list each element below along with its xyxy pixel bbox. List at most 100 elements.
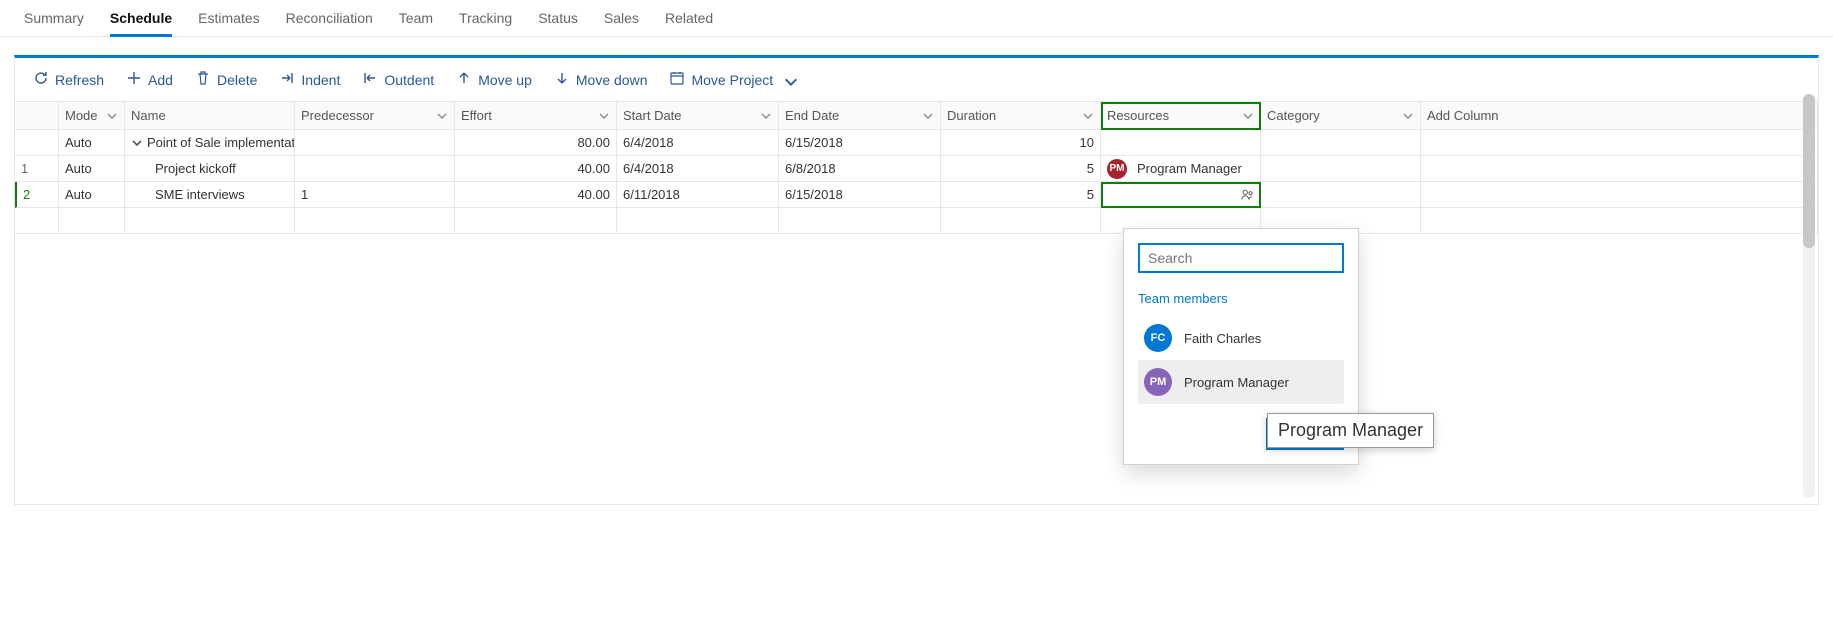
tab-summary[interactable]: Summary	[24, 10, 84, 36]
col-duration[interactable]: Duration	[941, 102, 1101, 130]
moveproject-label: Move Project	[691, 72, 773, 88]
cell-effort[interactable]: 40.00	[455, 156, 617, 182]
col-mode[interactable]: Mode	[59, 102, 125, 130]
cell-start[interactable]: 6/11/2018	[617, 182, 779, 208]
moveup-button[interactable]: Move up	[456, 70, 532, 89]
col-rownum[interactable]	[15, 102, 59, 130]
chevron-down-icon	[1242, 110, 1254, 122]
indent-button[interactable]: Indent	[279, 70, 340, 89]
add-button[interactable]: Add	[126, 70, 173, 89]
cell-mode[interactable]: Auto	[59, 182, 125, 208]
cell-duration[interactable]: 5	[941, 156, 1101, 182]
col-name[interactable]: Name	[125, 102, 295, 130]
delete-label: Delete	[217, 72, 257, 88]
tab-sales[interactable]: Sales	[604, 10, 639, 36]
col-mode-label: Mode	[65, 108, 98, 123]
movedown-button[interactable]: Move down	[554, 70, 648, 89]
cell-name[interactable]: Project kickoff	[125, 156, 295, 182]
cell-name[interactable]: Point of Sale implementation	[125, 130, 295, 156]
indent-icon	[279, 70, 295, 89]
chevron-down-icon	[106, 110, 118, 122]
indent-label: Indent	[301, 72, 340, 88]
col-start[interactable]: Start Date	[617, 102, 779, 130]
col-predecessor[interactable]: Predecessor	[295, 102, 455, 130]
scrollbar-thumb[interactable]	[1803, 94, 1815, 248]
col-add-label: Add Column	[1427, 108, 1499, 123]
trash-icon	[195, 70, 211, 89]
cell-category[interactable]	[1261, 182, 1421, 208]
entity-tabs: Summary Schedule Estimates Reconciliatio…	[0, 0, 1833, 37]
member-name: Faith Charles	[1184, 331, 1261, 346]
people-picker-icon[interactable]	[1240, 188, 1254, 202]
cell-end[interactable]: 6/15/2018	[779, 130, 941, 156]
tab-status[interactable]: Status	[538, 10, 578, 36]
cell-category[interactable]	[1261, 156, 1421, 182]
col-category-label: Category	[1267, 108, 1320, 123]
cell-mode[interactable]: Auto	[59, 156, 125, 182]
member-option[interactable]: FC Faith Charles	[1138, 316, 1344, 360]
tab-estimates[interactable]: Estimates	[198, 10, 259, 36]
col-start-label: Start Date	[623, 108, 682, 123]
cell-effort[interactable]: 40.00	[455, 182, 617, 208]
refresh-button[interactable]: Refresh	[33, 70, 104, 89]
col-add[interactable]: Add Column	[1421, 102, 1818, 130]
cell-end[interactable]: 6/15/2018	[779, 182, 941, 208]
member-option[interactable]: PM Program Manager	[1138, 360, 1344, 404]
col-resources[interactable]: Resources	[1101, 102, 1261, 130]
row-number	[15, 130, 59, 156]
col-effort[interactable]: Effort	[455, 102, 617, 130]
cell-add[interactable]	[1421, 182, 1818, 208]
table-row-empty[interactable]	[15, 208, 1818, 234]
table-row[interactable]: 1 Auto Project kickoff 40.00 6/4/2018 6/…	[15, 156, 1818, 182]
tab-reconciliation[interactable]: Reconciliation	[286, 10, 373, 36]
calendar-icon	[669, 70, 685, 89]
refresh-icon	[33, 70, 49, 89]
cell-start[interactable]: 6/4/2018	[617, 130, 779, 156]
col-category[interactable]: Category	[1261, 102, 1421, 130]
search-input[interactable]	[1138, 243, 1344, 273]
cell-resources[interactable]: PM Program Manager	[1101, 156, 1261, 182]
chevron-down-icon	[598, 110, 610, 122]
movedown-label: Move down	[576, 72, 648, 88]
col-effort-label: Effort	[461, 108, 492, 123]
refresh-label: Refresh	[55, 72, 104, 88]
cell-start[interactable]: 6/4/2018	[617, 156, 779, 182]
cell-resources[interactable]	[1101, 182, 1261, 208]
cell-add[interactable]	[1421, 156, 1818, 182]
col-end[interactable]: End Date	[779, 102, 941, 130]
vertical-scrollbar[interactable]	[1803, 94, 1815, 498]
tab-team[interactable]: Team	[399, 10, 433, 36]
moveproject-button[interactable]: Move Project	[669, 70, 795, 89]
tab-schedule[interactable]: Schedule	[110, 10, 172, 36]
delete-button[interactable]: Delete	[195, 70, 257, 89]
outdent-icon	[362, 70, 378, 89]
chevron-down-icon	[436, 110, 448, 122]
outdent-button[interactable]: Outdent	[362, 70, 434, 89]
cell-duration[interactable]: 10	[941, 130, 1101, 156]
task-name: SME interviews	[155, 187, 245, 202]
cell-resources[interactable]	[1101, 130, 1261, 156]
cell-duration[interactable]: 5	[941, 182, 1101, 208]
cell-end[interactable]: 6/8/2018	[779, 156, 941, 182]
cell-predecessor[interactable]	[295, 130, 455, 156]
chevron-down-icon	[760, 110, 772, 122]
row-number: 2	[15, 182, 59, 208]
cell-name[interactable]: SME interviews	[125, 182, 295, 208]
col-resources-label: Resources	[1107, 108, 1169, 123]
avatar: PM	[1144, 368, 1172, 396]
cell-predecessor[interactable]: 1	[295, 182, 455, 208]
table-row[interactable]: Auto Point of Sale implementation 80.00 …	[15, 130, 1818, 156]
tab-tracking[interactable]: Tracking	[459, 10, 512, 36]
schedule-grid: Mode Name Predecessor Effort Start Date …	[15, 101, 1818, 234]
chevron-down-icon	[922, 110, 934, 122]
table-row[interactable]: 2 Auto SME interviews 1 40.00 6/11/2018 …	[15, 182, 1818, 208]
cell-mode[interactable]: Auto	[59, 130, 125, 156]
cell-predecessor[interactable]	[295, 156, 455, 182]
expand-caret-icon[interactable]	[131, 137, 143, 149]
tooltip: Program Manager	[1267, 413, 1434, 448]
cell-effort[interactable]: 80.00	[455, 130, 617, 156]
cell-add[interactable]	[1421, 130, 1818, 156]
tab-related[interactable]: Related	[665, 10, 713, 36]
cell-category[interactable]	[1261, 130, 1421, 156]
chevron-down-icon	[1082, 110, 1094, 122]
